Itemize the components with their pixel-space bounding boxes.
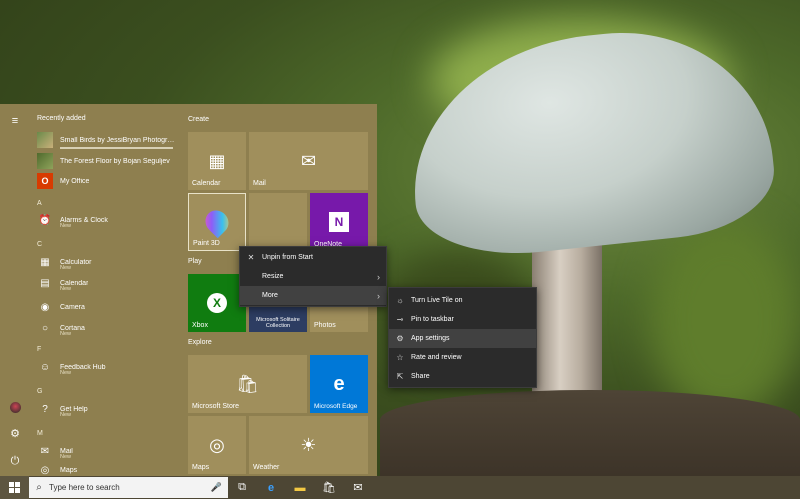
chevron-right-icon: ›: [377, 290, 380, 301]
calendar-icon: ▤: [40, 277, 50, 289]
menu-item-live-tile[interactable]: ☼ Turn Live Tile on: [389, 291, 536, 310]
letter-m[interactable]: M: [37, 430, 43, 437]
menu-item-more[interactable]: More ›: [240, 286, 386, 305]
unpin-icon: ✕: [247, 253, 255, 262]
app-item-my-office[interactable]: O My Office: [37, 171, 177, 191]
letter-c[interactable]: C: [37, 241, 42, 248]
alarm-icon: ⏰: [38, 214, 52, 226]
app-item-get-help[interactable]: ? Get Help New: [37, 399, 177, 419]
tile-maps[interactable]: ◎ Maps: [188, 416, 246, 474]
mail-icon: ✉: [300, 150, 317, 171]
tile-calendar[interactable]: ▦ Calendar: [188, 132, 246, 190]
app-item-feedback-hub[interactable]: ☺ Feedback Hub New: [37, 357, 177, 377]
app-item-camera[interactable]: ◉ Camera: [37, 297, 177, 317]
feedback-icon: ☺: [39, 361, 51, 373]
mail-taskbar-icon[interactable]: ✉: [346, 476, 370, 499]
letter-a[interactable]: A: [37, 200, 42, 207]
microphone-icon[interactable]: 🎤: [211, 482, 222, 493]
maps-icon: ◎: [40, 464, 50, 476]
share-icon: ⇱: [396, 372, 404, 381]
menu-item-app-settings[interactable]: ⚙ App settings: [389, 329, 536, 348]
edge-icon: e: [333, 372, 345, 395]
star-icon: ☆: [396, 353, 404, 362]
windows-logo-icon: [9, 482, 20, 493]
menu-item-unpin[interactable]: ✕ Unpin from Start: [240, 248, 386, 267]
taskbar: ⌕ Type here to search 🎤 ⧉ e ▬ 🛍 ✉: [0, 476, 800, 499]
letter-g[interactable]: G: [37, 388, 42, 395]
calculator-icon: ▦: [40, 256, 50, 268]
sun-icon: ☀: [300, 434, 317, 455]
tile-context-menu: ✕ Unpin from Start Resize › More ›: [239, 246, 387, 307]
settings-gear-icon[interactable]: ⚙: [8, 426, 22, 440]
file-explorer-icon[interactable]: ▬: [288, 476, 312, 499]
onenote-icon: N: [329, 212, 349, 232]
calendar-icon: ▦: [208, 150, 226, 171]
xbox-icon: X: [207, 293, 227, 313]
start-rail: ≡ ⚙ ⏻: [0, 104, 30, 476]
chevron-right-icon: ›: [377, 271, 380, 282]
app-list: Recently added Small Birds by JessiBryan…: [30, 104, 180, 476]
live-tile-icon: ☼: [396, 296, 404, 305]
power-icon[interactable]: ⏻: [8, 454, 22, 468]
app-item-maps[interactable]: ◎ Maps: [37, 460, 177, 476]
mail-icon: ✉: [40, 445, 50, 457]
group-header-create: Create: [188, 116, 210, 123]
tile-xbox[interactable]: X Xbox: [188, 274, 246, 332]
app-item-calculator[interactable]: ▦ Calculator New: [37, 252, 177, 272]
menu-item-rate-review[interactable]: ☆ Rate and review: [389, 348, 536, 367]
store-taskbar-icon[interactable]: 🛍: [317, 476, 341, 499]
task-view-icon[interactable]: ⧉: [230, 476, 254, 499]
tile-microsoft-store[interactable]: 🛍 Microsoft Store: [188, 355, 307, 413]
menu-item-pin-taskbar[interactable]: ⊸ Pin to taskbar: [389, 310, 536, 329]
photo-thumb-icon: [37, 132, 53, 148]
search-icon: ⌕: [36, 482, 42, 493]
letter-f[interactable]: F: [37, 346, 41, 353]
tile-microsoft-edge[interactable]: e Microsoft Edge: [310, 355, 368, 413]
start-button[interactable]: [0, 476, 29, 499]
recently-added-header: Recently added: [37, 115, 86, 122]
camera-icon: ◉: [40, 301, 50, 313]
tile-empty[interactable]: [249, 193, 307, 251]
photo-thumb-icon: [37, 153, 53, 169]
tile-mail[interactable]: ✉ Mail: [249, 132, 368, 190]
mossy-log: [380, 390, 800, 476]
app-item-mail[interactable]: ✉ Mail New: [37, 441, 177, 461]
more-submenu: ☼ Turn Live Tile on ⊸ Pin to taskbar ⚙ A…: [388, 287, 537, 388]
tile-paint-3d[interactable]: Paint 3D: [188, 193, 246, 251]
store-bag-icon: 🛍: [236, 373, 259, 394]
tile-weather[interactable]: ☀ Weather: [249, 416, 368, 474]
cortana-icon: ○: [41, 322, 49, 334]
edge-taskbar-icon[interactable]: e: [259, 476, 283, 499]
menu-item-resize[interactable]: Resize ›: [240, 267, 386, 286]
hamburger-icon[interactable]: ≡: [8, 114, 22, 128]
menu-item-share[interactable]: ⇱ Share: [389, 367, 536, 386]
app-item-small-birds[interactable]: Small Birds by JessiBryan Photograp...: [37, 130, 177, 150]
app-item-forest-floor[interactable]: The Forest Floor by Bojan Šeguljev: [37, 151, 177, 171]
app-item-calendar[interactable]: ▤ Calendar New: [37, 273, 177, 293]
help-icon: ?: [42, 403, 48, 415]
group-header-explore: Explore: [188, 339, 212, 346]
pin-icon: ⊸: [396, 315, 404, 324]
app-item-alarms-clock[interactable]: ⏰ Alarms & Clock New: [37, 210, 177, 230]
taskbar-search-box[interactable]: ⌕ Type here to search 🎤: [29, 477, 228, 498]
user-avatar-icon[interactable]: [8, 400, 22, 414]
tile-onenote[interactable]: N OneNote: [310, 193, 368, 251]
group-header-play: Play: [188, 258, 202, 265]
office-icon: O: [37, 173, 53, 189]
paint-3d-icon: [200, 205, 234, 239]
gear-icon: ⚙: [396, 334, 404, 343]
app-item-cortana[interactable]: ○ Cortana New: [37, 318, 177, 338]
maps-icon: ◎: [209, 434, 225, 455]
